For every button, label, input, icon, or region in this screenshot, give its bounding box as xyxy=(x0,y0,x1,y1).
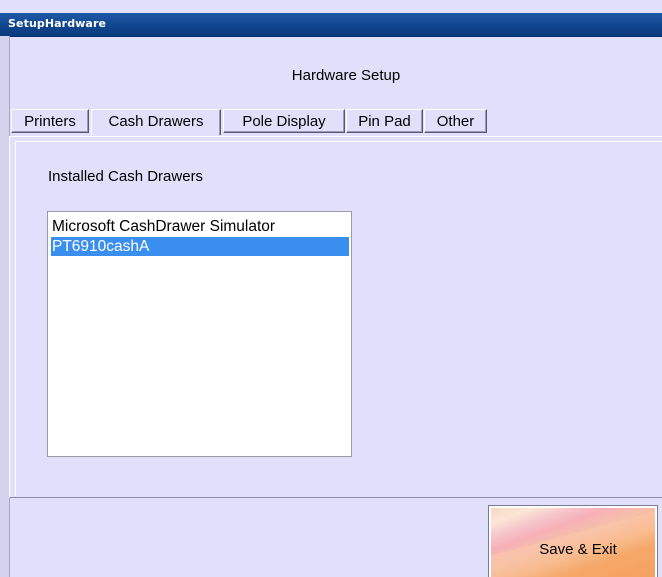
tab-other-label: Other xyxy=(436,113,475,130)
list-item[interactable]: PT6910cashA xyxy=(51,237,349,256)
panel-inner-top-border xyxy=(15,141,662,142)
tab-pole-display-label: Pole Display xyxy=(242,113,326,130)
cash-drawers-listbox[interactable]: Microsoft CashDrawer Simulator PT6910cas… xyxy=(47,211,352,457)
list-item[interactable]: Microsoft CashDrawer Simulator xyxy=(51,217,349,236)
panel-inner-left-border xyxy=(15,141,16,496)
tab-printers[interactable]: Printers xyxy=(11,109,89,133)
title-bar[interactable]: SetupHardware xyxy=(0,13,662,37)
tab-printers-label: Printers xyxy=(24,113,76,130)
page-title: Hardware Setup xyxy=(0,67,662,84)
page-title-text: Hardware Setup xyxy=(291,67,401,84)
tab-other[interactable]: Other xyxy=(424,109,487,133)
window-title: SetupHardware xyxy=(8,17,107,30)
installed-cash-drawers-label: Installed Cash Drawers xyxy=(48,168,204,185)
tab-pole-display[interactable]: Pole Display xyxy=(223,109,345,133)
setup-hardware-window: SetupHardware Hardware Setup Printers Ca… xyxy=(0,0,662,577)
tab-cash-drawers[interactable]: Cash Drawers xyxy=(91,109,221,135)
tab-pin-pad-label: Pin Pad xyxy=(358,113,411,130)
save-exit-button-label: Save & Exit xyxy=(539,541,617,558)
save-exit-button[interactable]: Save & Exit xyxy=(488,505,658,577)
tab-pin-pad[interactable]: Pin Pad xyxy=(346,109,423,133)
tab-cash-drawers-label: Cash Drawers xyxy=(108,113,204,130)
